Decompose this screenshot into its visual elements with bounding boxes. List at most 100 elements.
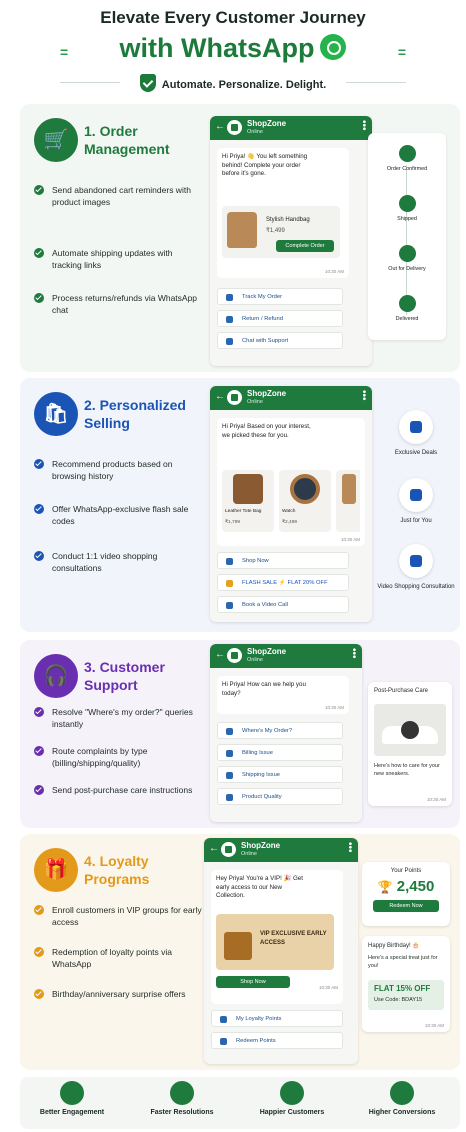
tracker-label: Delivered — [395, 316, 419, 322]
sparkle-icon: = — [397, 44, 406, 60]
back-arrow-icon[interactable]: ← — [215, 121, 225, 132]
check-icon — [34, 707, 44, 717]
button-label: Shipping Issue — [242, 772, 281, 778]
truck-icon — [226, 772, 233, 779]
vip-banner: VIP EXCLUSIVE EARLY ACCESS — [216, 914, 334, 970]
video-icon — [399, 544, 433, 578]
store-avatar — [227, 390, 242, 405]
product-name: Stylish Handbag — [266, 217, 310, 223]
bullet-text: Birthday/anniversary surprise offers — [52, 989, 186, 999]
bullet-text: Process returns/refunds via WhatsApp cha… — [52, 293, 198, 315]
redeem-now-button[interactable]: Redeem Now — [373, 900, 439, 912]
redeem-points-button[interactable]: Redeem Points — [211, 1032, 343, 1049]
bullet-text: Enroll customers in VIP groups for early… — [52, 905, 202, 927]
section-title: 4. Loyalty Programs — [84, 853, 150, 887]
page-subtitle: with WhatsApp — [0, 33, 466, 64]
section-personalized-selling: 🛍 2. Personalized Selling Recommend prod… — [20, 378, 460, 632]
message-time: 10:30 AM — [426, 797, 446, 802]
message-time: 10:30 AM — [340, 536, 360, 542]
birthday-text: Here's a special treat just for you! — [368, 955, 438, 969]
bullet-item: Recommend products based on browsing his… — [34, 458, 202, 482]
play-icon[interactable] — [401, 721, 419, 739]
message-time: 10:30 AM — [324, 268, 344, 274]
product-quality-button[interactable]: Product Quality — [217, 788, 343, 805]
loyalty-points-button[interactable]: My Loyalty Points — [211, 1010, 343, 1027]
chat-support-button[interactable]: Chat with Support — [217, 332, 343, 349]
card-text: Here's how to care for your new sneakers… — [374, 763, 440, 777]
menu-icon[interactable]: ••• — [358, 390, 369, 401]
bullet-text: Recommend products based on browsing his… — [52, 459, 173, 481]
return-refund-button[interactable]: Return / Refund — [217, 310, 343, 327]
tracker-step: Order Confirmed — [368, 145, 446, 172]
tracker-label: Out for Delivery — [388, 266, 426, 272]
tagline-text: Automate. Personalize. Delight. — [161, 79, 327, 91]
gift-box-image — [224, 932, 252, 960]
feature-label: Just for You — [400, 518, 432, 524]
bullet-item: Birthday/anniversary surprise offers — [34, 988, 202, 1000]
flash-sale-button[interactable]: FLASH SALE ⚡ FLAT 20% OFF — [217, 574, 349, 591]
button-label: My Loyalty Points — [236, 1016, 282, 1022]
shield-icon — [139, 74, 156, 92]
menu-icon[interactable]: ••• — [344, 842, 355, 853]
page-title: Elevate Every Customer Journey — [100, 8, 366, 27]
footer-item: Higher Conversions — [352, 1081, 452, 1116]
product-card: Watch ₹2,499 — [279, 470, 331, 532]
bullet-item: Enroll customers in VIP groups for early… — [34, 904, 202, 928]
package-icon — [226, 728, 233, 735]
store-avatar — [221, 842, 236, 857]
receipt-icon — [226, 750, 233, 757]
menu-icon[interactable]: ••• — [358, 120, 369, 131]
refresh-icon — [220, 1038, 227, 1045]
person-icon — [399, 478, 433, 512]
feature-exclusive-deals: Exclusive Deals — [376, 410, 456, 457]
message-time: 10:30 AM — [324, 704, 344, 710]
product-name: Watch — [282, 509, 296, 514]
button-label: Billing Issue — [242, 750, 273, 756]
back-arrow-icon[interactable]: ← — [209, 843, 219, 854]
chat-bubble: Hi Priya! How can we help you today? 10:… — [217, 676, 349, 714]
bar-chart-icon — [390, 1081, 414, 1105]
people-icon — [280, 1081, 304, 1105]
complete-order-button[interactable]: Complete Order — [276, 240, 334, 252]
sneaker-video-thumbnail[interactable] — [374, 704, 446, 756]
headset-icon: 🎧 — [34, 654, 78, 698]
footer-item: Faster Resolutions — [132, 1081, 232, 1116]
shop-now-button[interactable]: Shop Now — [216, 976, 290, 988]
check-icon — [34, 459, 44, 469]
trophy-icon: 🏆 — [377, 880, 393, 894]
track-order-button[interactable]: Track My Order — [217, 288, 343, 305]
product-price: ₹1,799 — [225, 519, 241, 525]
back-arrow-icon[interactable]: ← — [215, 391, 225, 402]
feature-label: Video Shopping Consultation — [377, 584, 455, 590]
chat-header: ← ShopZone Online ••• — [210, 386, 372, 410]
button-label: Product Quality — [242, 794, 282, 800]
chat-bubble: Hi Priya! 👋 You left something behind! C… — [217, 148, 349, 278]
wheres-my-order-button[interactable]: Where's My Order? — [217, 722, 343, 739]
bullet-text: Send post-purchase care instructions — [52, 785, 193, 795]
video-call-button[interactable]: Book a Video Call — [217, 596, 349, 613]
footer-item: Happier Customers — [242, 1081, 342, 1116]
bullet-item: Automate shipping updates with tracking … — [34, 247, 202, 271]
section-loyalty-programs: 🎁 4. Loyalty Programs Enroll customers i… — [20, 834, 460, 1070]
gift-icon: 🎁 — [34, 848, 78, 892]
cart-icon: 🛒 — [34, 118, 78, 162]
offer-text: FLAT 15% OFF — [374, 984, 431, 993]
section-title: 2. Personalized Selling — [84, 397, 186, 431]
menu-icon[interactable]: ••• — [348, 648, 359, 659]
back-arrow-icon[interactable]: ← — [215, 649, 225, 660]
billing-issue-button[interactable]: Billing Issue — [217, 744, 343, 761]
post-purchase-card: Post-Purchase Care Here's how to care fo… — [368, 682, 452, 806]
coupon: FLAT 15% OFF Use Code: BDAY15 — [368, 980, 444, 1010]
tracker-line — [406, 165, 407, 315]
shop-now-button[interactable]: Shop Now — [217, 552, 349, 569]
watch-image — [290, 474, 320, 504]
shipping-issue-button[interactable]: Shipping Issue — [217, 766, 343, 783]
button-label: Where's My Order? — [242, 728, 293, 734]
button-label: Redeem Points — [236, 1038, 276, 1044]
bullet-item: Offer WhatsApp-exclusive flash sale code… — [34, 503, 202, 527]
points-label: Your Points — [390, 868, 422, 874]
store-status: Online — [247, 657, 263, 663]
bullet-text: Resolve "Where's my order?" queries inst… — [52, 707, 193, 729]
bullet-text: Automate shipping updates with tracking … — [52, 248, 173, 270]
check-icon — [34, 746, 44, 756]
